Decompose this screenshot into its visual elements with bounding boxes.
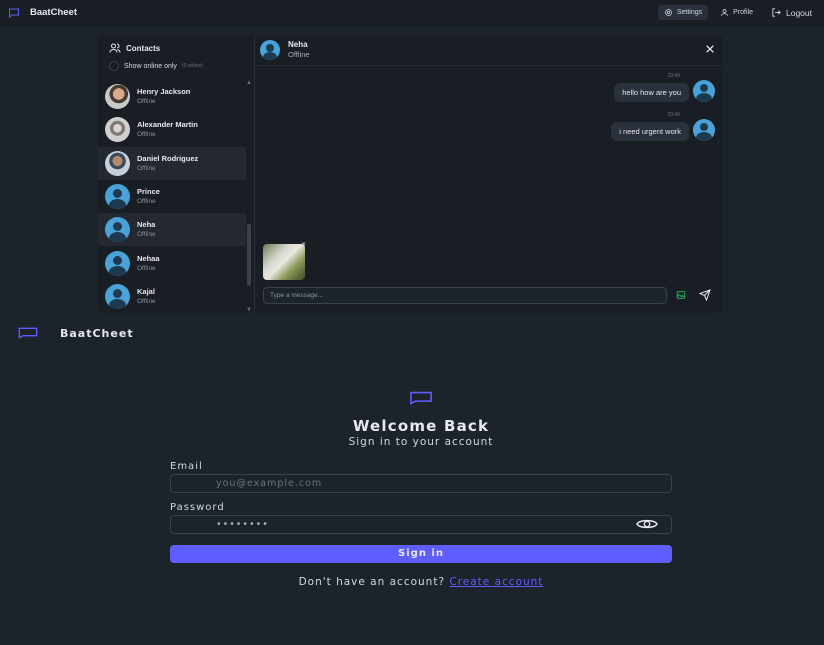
remove-image-icon[interactable]: ✕ — [300, 242, 307, 249]
message-time: 23:49 — [667, 112, 680, 118]
message-bubble: hello how are you — [614, 83, 689, 102]
scroll-up-icon[interactable]: ▲ — [246, 80, 252, 86]
contact-status: Offline — [137, 297, 156, 305]
scroll-thumb[interactable] — [247, 224, 251, 286]
contacts-sidebar: Contacts Show online only (0 online) Hen… — [98, 35, 255, 313]
chat-bubble-icon — [18, 327, 38, 339]
logout-label: Logout — [786, 7, 812, 18]
contact-name: Alexander Martin — [137, 120, 198, 130]
chat-bubble-icon — [410, 391, 432, 405]
email-label: Email — [170, 461, 203, 472]
chat-contact-status: Offline — [288, 50, 310, 59]
users-icon — [109, 43, 121, 53]
contact-status: Offline — [137, 198, 156, 206]
app-name: BaatCheet — [30, 7, 77, 18]
avatar — [260, 40, 280, 60]
contact-item[interactable]: Prince Offline — [98, 180, 246, 213]
signup-prompt: Don't have an account? Create account — [0, 576, 824, 588]
contact-name: Kajal — [137, 286, 155, 296]
contact-status: Offline — [137, 264, 156, 272]
contact-item[interactable]: Alexander Martin Offline — [98, 113, 246, 146]
contact-name: Daniel Rodriguez — [137, 153, 199, 163]
sign-in-button[interactable]: Sign in — [170, 545, 672, 563]
contact-status: Offline — [137, 98, 156, 106]
avatar — [105, 84, 130, 110]
password-label: Password — [170, 502, 225, 513]
contact-item[interactable]: Neha Offline — [98, 213, 246, 247]
contact-name: Nehaa — [137, 253, 160, 263]
message: 23:49 i need urgent work — [611, 112, 715, 141]
avatar — [105, 217, 130, 243]
contact-item[interactable]: Daniel Rodriguez Offline — [98, 146, 246, 180]
send-icon[interactable] — [699, 289, 711, 301]
contact-status: Offline — [137, 231, 156, 239]
avatar — [105, 117, 130, 143]
login-subtitle: Sign in to your account — [348, 436, 494, 448]
login-title: Welcome Back — [352, 417, 490, 435]
contact-item[interactable]: Nehaa Offline — [98, 246, 246, 279]
message-time: 23:49 — [667, 73, 680, 79]
contact-list: Henry Jackson Offline Alexander Martin Offl… — [98, 80, 246, 313]
contact-name: Henry Jackson — [137, 87, 191, 97]
brand[interactable]: BaatCheet — [8, 7, 77, 19]
close-icon[interactable] — [705, 44, 715, 54]
contacts-title: Contacts — [126, 43, 161, 53]
message: 23:49 hello how are you — [614, 73, 715, 102]
online-only-label: Show online only — [124, 62, 177, 70]
email-field[interactable]: you@example.com — [170, 474, 672, 493]
avatar — [105, 250, 130, 276]
contact-status: Offline — [137, 131, 156, 139]
logout-button[interactable]: Logout — [765, 4, 818, 21]
profile-button[interactable]: Profile — [714, 5, 759, 20]
login-navbar: BaatCheet — [0, 320, 824, 346]
settings-label: Settings — [676, 9, 703, 16]
gear-icon — [664, 9, 672, 16]
online-only-toggle[interactable]: Show online only (0 online) — [109, 61, 254, 71]
contact-name: Prince — [137, 187, 160, 197]
contact-item[interactable]: Henry Jackson Offline — [98, 80, 246, 113]
avatar — [693, 80, 715, 102]
online-count: (0 online) — [181, 63, 203, 69]
logout-icon — [772, 8, 781, 17]
contact-status: Offline — [137, 164, 156, 172]
eye-icon[interactable] — [636, 517, 658, 531]
conversation-panel: Neha Offline 23:49 hello how are you 23:… — [255, 35, 723, 313]
settings-button[interactable]: Settings — [657, 5, 709, 20]
image-preview: ✕ — [263, 242, 307, 280]
chat-contact-name: Neha — [288, 40, 308, 49]
top-navbar: BaatCheet Settings Profile Logout — [0, 0, 824, 26]
password-field[interactable]: •••••••• — [170, 515, 672, 534]
contact-item[interactable]: Kajal Offline — [98, 280, 246, 313]
no-account-text: Don't have an account? — [298, 576, 446, 588]
chat-window: Contacts Show online only (0 online) Hen… — [98, 35, 723, 313]
chat-header: Neha Offline — [255, 35, 723, 66]
scroll-down-icon[interactable]: ▼ — [246, 307, 252, 313]
create-account-link[interactable]: Create account — [449, 576, 543, 588]
contact-list-scrollbar[interactable]: ▲ ▼ — [246, 80, 252, 313]
message-bubble: i need urgent work — [611, 122, 689, 141]
message-input[interactable]: Type a message... — [263, 287, 667, 304]
login-brand[interactable]: BaatCheet — [60, 327, 134, 340]
image-upload-icon[interactable] — [676, 290, 686, 300]
user-icon — [721, 9, 729, 16]
avatar — [105, 283, 130, 309]
avatar — [105, 150, 130, 176]
chat-bubble-icon — [9, 8, 19, 18]
contact-name: Neha — [137, 220, 156, 230]
online-only-checkbox[interactable] — [109, 61, 119, 71]
profile-label: Profile — [733, 9, 753, 16]
contacts-header: Contacts — [109, 42, 254, 54]
avatar — [105, 184, 130, 210]
avatar — [693, 119, 715, 141]
